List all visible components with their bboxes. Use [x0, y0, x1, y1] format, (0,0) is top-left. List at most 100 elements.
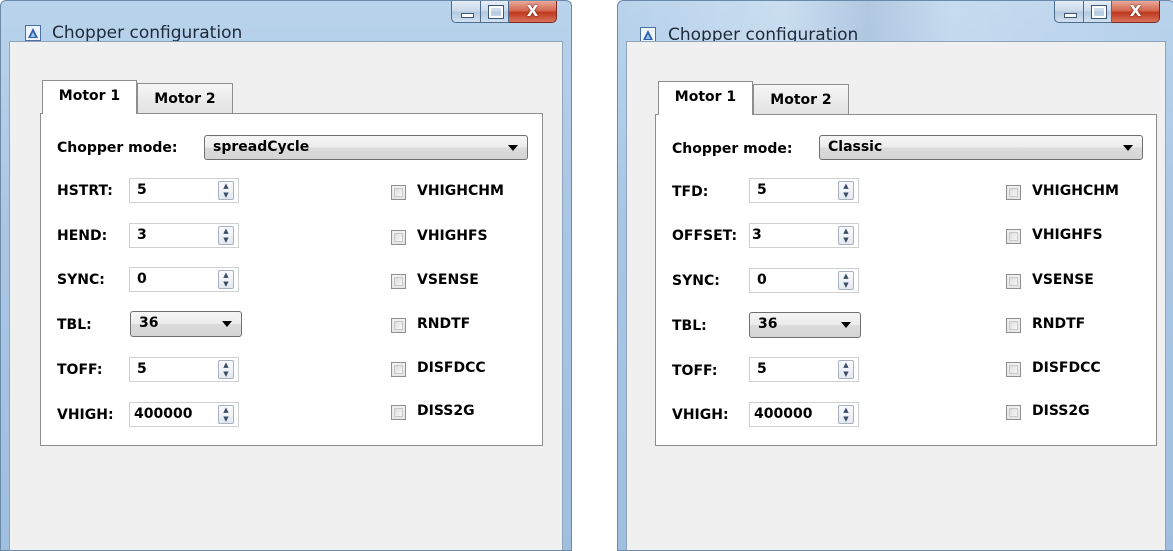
close-icon: X: [1129, 2, 1142, 20]
spin-down-icon[interactable]: ▼: [839, 281, 853, 289]
vsense-checkbox[interactable]: [391, 274, 406, 289]
vhigh-label: VHIGH:: [57, 407, 114, 423]
rndtf-checkbox[interactable]: [1006, 318, 1021, 333]
diss2g-label[interactable]: DISS2G: [1032, 403, 1090, 419]
offset-value: 3: [752, 227, 762, 243]
spin-arrows[interactable]: ▲ ▼: [218, 181, 234, 200]
spin-arrows[interactable]: ▲ ▼: [218, 226, 234, 245]
toff-value: 5: [137, 361, 147, 377]
spin-down-icon[interactable]: ▼: [839, 236, 853, 244]
toff-label: TOFF:: [672, 363, 718, 379]
spin-up-icon[interactable]: ▲: [219, 182, 233, 190]
vhighchm-checkbox[interactable]: [1006, 185, 1021, 200]
tbl-label: TBL:: [672, 318, 707, 334]
chopper-mode-value: Classic: [828, 139, 883, 155]
spin-arrows[interactable]: ▲ ▼: [218, 405, 234, 424]
spin-up-icon[interactable]: ▲: [219, 271, 233, 279]
disfdcc-checkbox[interactable]: [391, 362, 406, 377]
vhighchm-checkbox[interactable]: [391, 185, 406, 200]
disfdcc-label[interactable]: DISFDCC: [1032, 360, 1101, 376]
sync-spinbox[interactable]: 0 ▲ ▼: [129, 267, 239, 292]
minimize-button[interactable]: [1054, 1, 1084, 23]
minimize-button[interactable]: [451, 1, 481, 23]
spin-down-icon[interactable]: ▼: [839, 370, 853, 378]
vhighchm-label[interactable]: VHIGHCHM: [417, 183, 504, 199]
spin-up-icon[interactable]: ▲: [839, 272, 853, 280]
tfd-spinbox[interactable]: 5 ▲ ▼: [749, 178, 859, 203]
diss2g-checkbox[interactable]: [391, 405, 406, 420]
spin-arrows[interactable]: ▲ ▼: [838, 226, 854, 245]
chevron-down-icon: [508, 145, 518, 151]
spin-up-icon[interactable]: ▲: [219, 227, 233, 235]
close-button[interactable]: X: [509, 1, 557, 23]
spin-down-icon[interactable]: ▼: [219, 236, 233, 244]
spin-up-icon[interactable]: ▲: [839, 406, 853, 414]
spin-arrows[interactable]: ▲ ▼: [218, 270, 234, 289]
chopper-mode-label: Chopper mode:: [672, 141, 793, 157]
spin-arrows[interactable]: ▲ ▼: [218, 360, 234, 379]
close-button[interactable]: X: [1112, 1, 1160, 23]
spin-up-icon[interactable]: ▲: [219, 361, 233, 369]
spin-up-icon[interactable]: ▲: [219, 406, 233, 414]
app-logo-icon: [25, 25, 41, 41]
tbl-dropdown[interactable]: 36: [130, 311, 242, 337]
chopper-mode-dropdown[interactable]: spreadCycle: [204, 135, 528, 160]
spin-arrows[interactable]: ▲ ▼: [838, 271, 854, 290]
vsense-checkbox[interactable]: [1006, 274, 1021, 289]
spin-down-icon[interactable]: ▼: [219, 415, 233, 423]
hend-spinbox[interactable]: 3 ▲ ▼: [129, 223, 239, 248]
offset-spinbox[interactable]: 3 ▲ ▼: [749, 223, 859, 248]
tab-motor-1[interactable]: Motor 1: [658, 81, 753, 115]
hstrt-label: HSTRT:: [57, 183, 113, 199]
close-icon: X: [526, 2, 539, 20]
vhighfs-checkbox[interactable]: [1006, 229, 1021, 244]
diss2g-checkbox[interactable]: [1006, 405, 1021, 420]
vhigh-spinbox[interactable]: 400000 ▲ ▼: [129, 402, 239, 427]
spin-up-icon[interactable]: ▲: [839, 361, 853, 369]
tab-motor-2[interactable]: Motor 2: [137, 83, 233, 113]
disfdcc-label[interactable]: DISFDCC: [417, 360, 486, 376]
spin-down-icon[interactable]: ▼: [219, 280, 233, 288]
toff-spinbox[interactable]: 5 ▲ ▼: [749, 357, 859, 382]
sync-value: 0: [137, 271, 147, 287]
tab-motor-1[interactable]: Motor 1: [42, 80, 137, 114]
spin-down-icon[interactable]: ▼: [839, 415, 853, 423]
spin-arrows[interactable]: ▲ ▼: [838, 360, 854, 379]
spin-arrows[interactable]: ▲ ▼: [838, 405, 854, 424]
vsense-label[interactable]: VSENSE: [1032, 272, 1094, 288]
spin-down-icon[interactable]: ▼: [839, 191, 853, 199]
rndtf-checkbox[interactable]: [391, 318, 406, 333]
vhighfs-label[interactable]: VHIGHFS: [1032, 227, 1103, 243]
vhigh-spinbox[interactable]: 400000 ▲ ▼: [749, 402, 859, 427]
disfdcc-checkbox[interactable]: [1006, 362, 1021, 377]
vhighchm-label[interactable]: VHIGHCHM: [1032, 183, 1119, 199]
rndtf-label[interactable]: RNDTF: [417, 316, 470, 332]
title-bar[interactable]: Chopper configuration X: [618, 1, 1173, 45]
spin-up-icon[interactable]: ▲: [839, 227, 853, 235]
rndtf-label[interactable]: RNDTF: [1032, 316, 1085, 332]
spin-up-icon[interactable]: ▲: [839, 182, 853, 190]
hstrt-value: 5: [137, 182, 147, 198]
spin-down-icon[interactable]: ▼: [219, 370, 233, 378]
diss2g-label[interactable]: DISS2G: [417, 403, 475, 419]
hstrt-spinbox[interactable]: 5 ▲ ▼: [129, 178, 239, 203]
chopper-mode-value: spreadCycle: [213, 139, 310, 155]
minimize-icon: [1064, 13, 1077, 18]
toff-spinbox[interactable]: 5 ▲ ▼: [129, 357, 239, 382]
vsense-label[interactable]: VSENSE: [417, 272, 479, 288]
spin-arrows[interactable]: ▲ ▼: [838, 181, 854, 200]
chopper-mode-dropdown[interactable]: Classic: [819, 135, 1143, 160]
window-title: Chopper configuration: [52, 23, 243, 43]
maximize-button[interactable]: [1084, 1, 1112, 23]
vhighfs-label[interactable]: VHIGHFS: [417, 228, 488, 244]
tab-motor-2[interactable]: Motor 2: [753, 84, 849, 114]
title-bar[interactable]: Chopper configuration X: [1, 1, 571, 43]
maximize-button[interactable]: [481, 1, 509, 23]
client-area: Motor 1 Motor 2 Chopper mode: spreadCycl…: [9, 41, 563, 550]
tbl-dropdown[interactable]: 36: [749, 312, 861, 338]
tbl-value: 36: [139, 315, 159, 331]
vhighfs-checkbox[interactable]: [391, 230, 406, 245]
sync-spinbox[interactable]: 0 ▲ ▼: [749, 268, 859, 293]
tfd-value: 5: [757, 182, 767, 198]
spin-down-icon[interactable]: ▼: [219, 191, 233, 199]
